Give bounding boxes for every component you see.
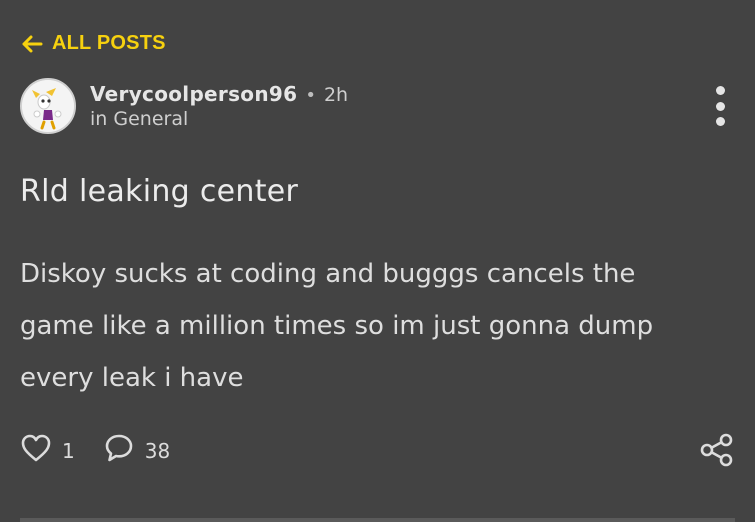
like-count: 1	[62, 438, 75, 463]
post-body-line: Diskoy sucks at coding and bugggs cancel…	[20, 259, 636, 289]
all-posts-link[interactable]: ALL POSTS	[20, 32, 166, 55]
comment-count: 38	[144, 438, 171, 463]
share-button[interactable]	[699, 432, 735, 472]
more-vertical-icon[interactable]	[711, 86, 729, 126]
comment-icon	[103, 432, 135, 469]
avatar[interactable]	[20, 78, 76, 134]
post-meta: Verycoolperson96 • 2h in General	[90, 82, 348, 130]
post-body: Diskoy sucks at coding and bugggs cancel…	[20, 248, 720, 404]
post-body-line: every leak i have	[20, 363, 244, 393]
like-button[interactable]: 1	[20, 433, 75, 468]
share-icon	[699, 433, 735, 472]
post-meta-top: Verycoolperson96 • 2h	[90, 82, 348, 106]
post-title: Rld leaking center	[20, 174, 299, 209]
author-name[interactable]: Verycoolperson96	[90, 82, 297, 106]
post-category[interactable]: in General	[90, 108, 348, 130]
meta-separator: •	[305, 85, 316, 106]
post-body-line: game like a million times so im just gon…	[20, 311, 654, 341]
post-time: 2h	[323, 84, 349, 106]
all-posts-label: ALL POSTS	[52, 32, 166, 54]
post-view: ALL POSTS Verycoolperson96 • 2h in Gener…	[0, 0, 755, 522]
comment-button[interactable]: 38	[103, 432, 170, 469]
heart-icon	[20, 433, 52, 468]
arrow-left-icon	[20, 34, 44, 54]
post-actions: 1 38	[20, 432, 170, 469]
divider	[20, 518, 735, 522]
post-header: Verycoolperson96 • 2h in General	[20, 76, 735, 136]
